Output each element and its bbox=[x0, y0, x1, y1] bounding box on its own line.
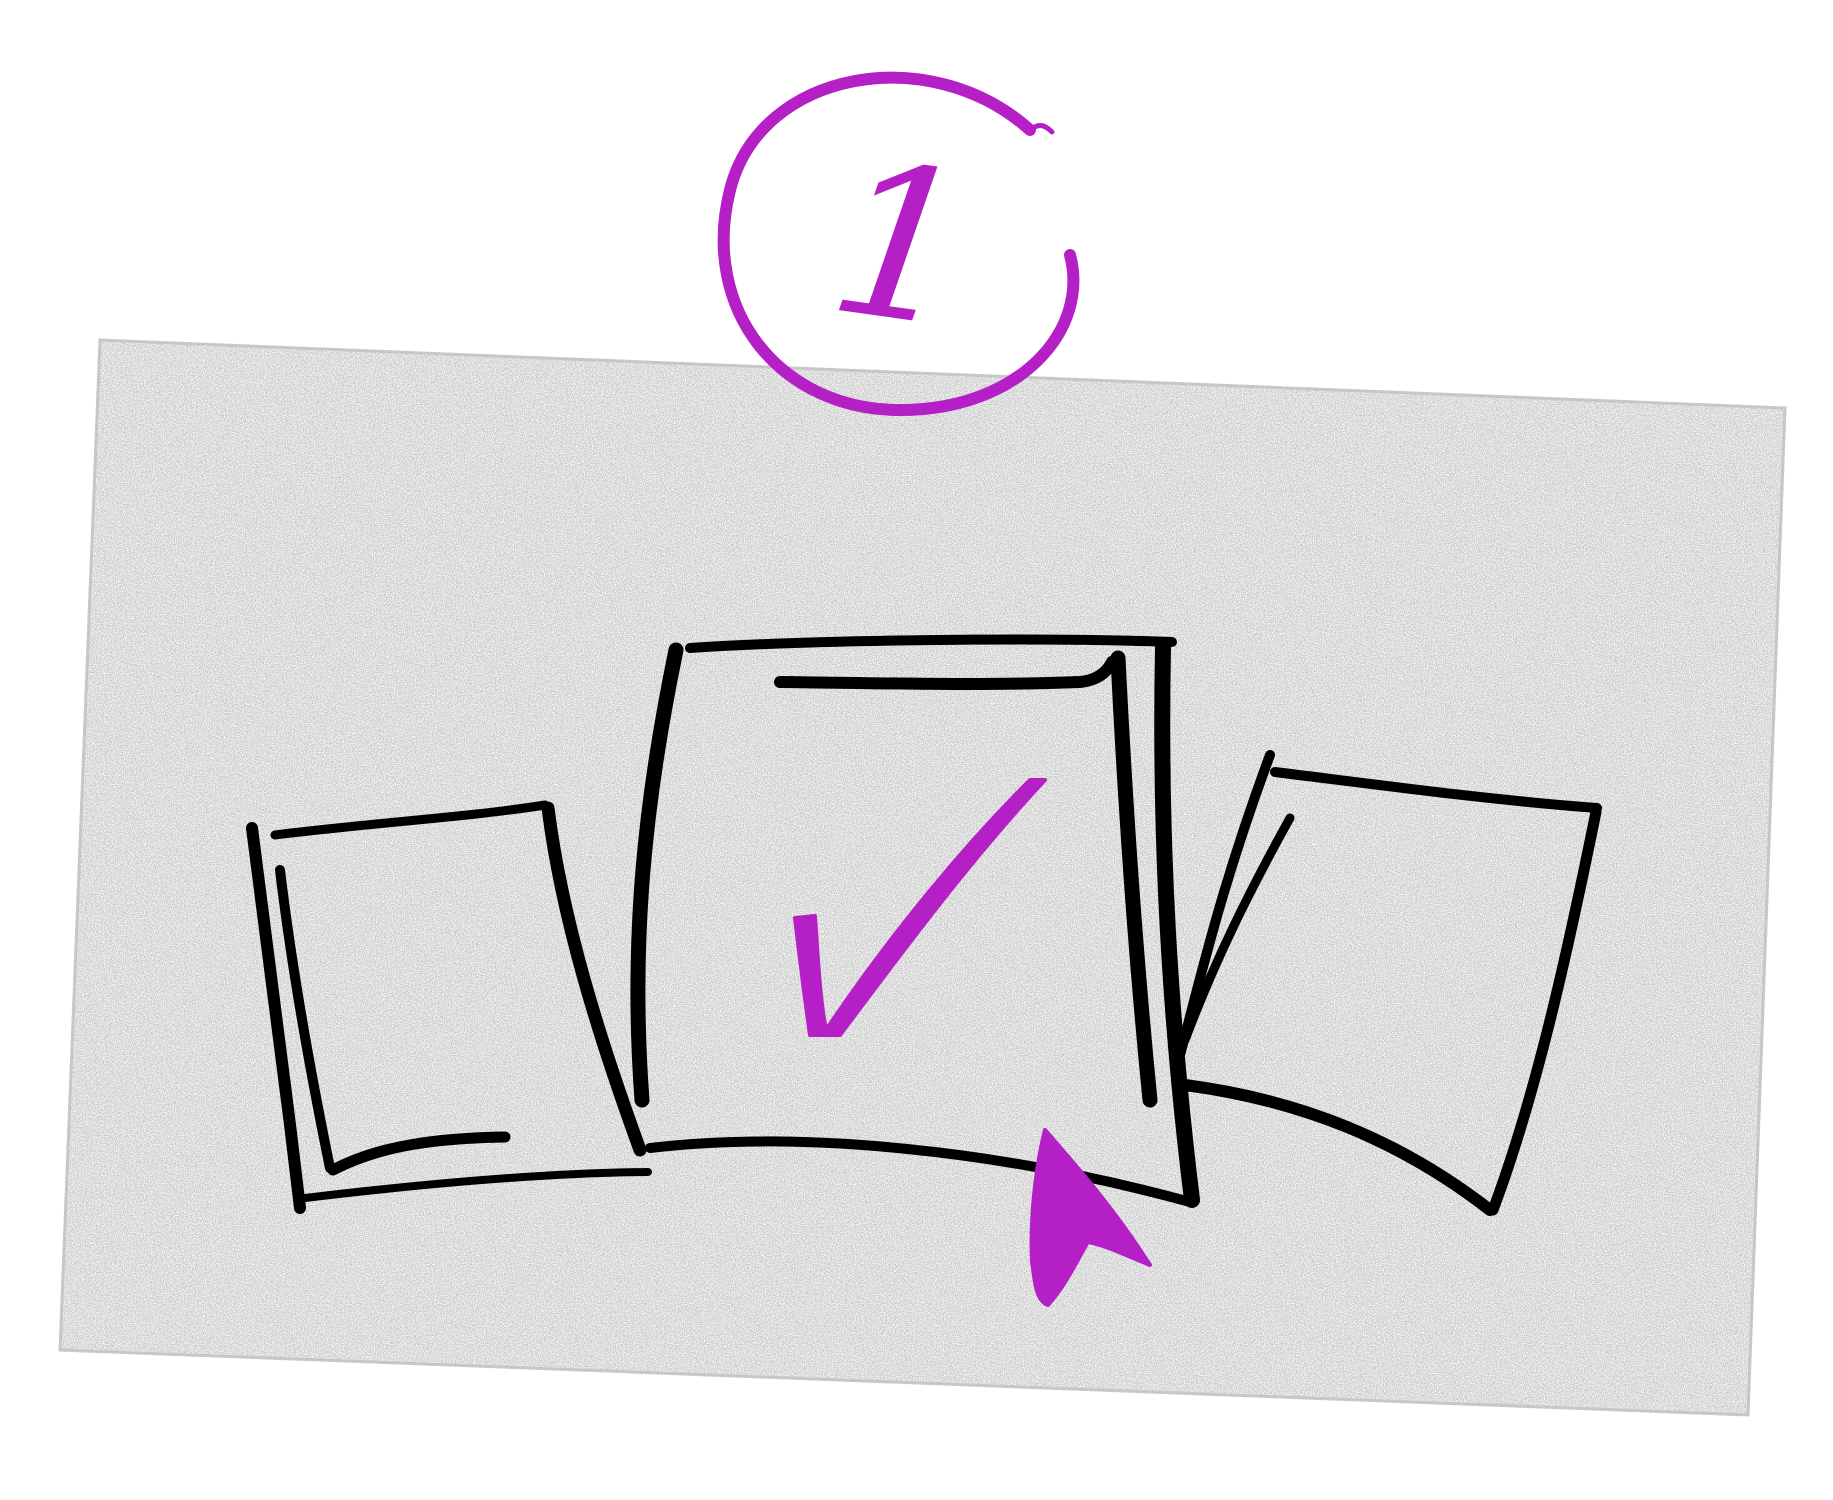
step-number: 1 bbox=[817, 115, 983, 376]
step-badge: 1 bbox=[717, 71, 1080, 416]
step-illustration: 1 bbox=[58, 71, 1787, 1417]
paper-texture bbox=[60, 340, 1785, 1415]
paper-card bbox=[58, 338, 1787, 1417]
